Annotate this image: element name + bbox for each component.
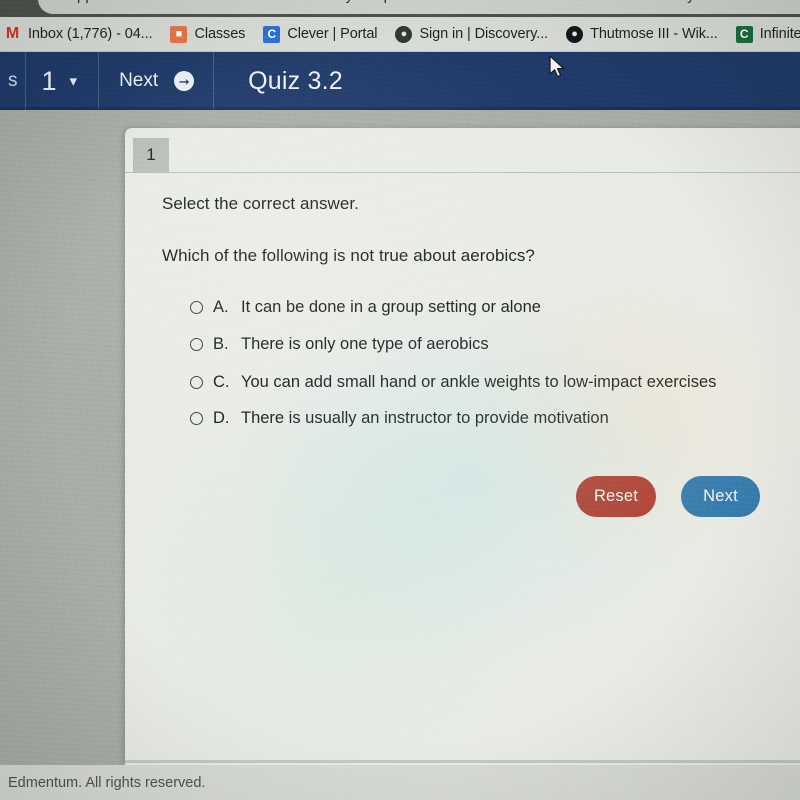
bookmark-classes[interactable]: ■ Classes [170,25,246,43]
bookmark-clever-portal[interactable]: C Clever | Portal [263,25,378,43]
question-instruction: Select the correct answer. [162,194,359,213]
page-number-label: 1 [41,65,57,96]
bookmark-label: Infinite [759,26,800,42]
radio-button-icon[interactable] [190,338,203,351]
globe-icon: ● [566,25,584,43]
bookmark-thutmose-wiki[interactable]: ● Thutmose III - Wik... [566,25,718,43]
radio-button-icon[interactable] [190,301,203,314]
option-text: There is usually an instructor to provid… [241,409,609,427]
infinite-campus-icon: C [735,25,753,43]
assessment-toolbar: s 1 ▾ Next ➞ Quiz 3.2 [0,52,800,110]
toolbar-clipped-label: s [8,70,18,91]
next-question-button[interactable]: Next ➞ [99,52,214,110]
card-footer-divider [125,760,800,763]
option-letter: C. [213,373,230,391]
screen-photo: //app.edmentum.com/assessments-delivery/… [0,0,800,800]
bookmark-label: Inbox (1,776) - 04... [28,26,153,42]
option-text: You can add small hand or ankle weights … [241,373,717,391]
answer-option-a[interactable]: A. It can be done in a group setting or … [190,298,541,317]
answer-option-b[interactable]: B. There is only one type of aerobics [190,335,489,354]
option-text: There is only one type of aerobics [241,335,489,353]
gmail-icon: M [5,25,20,42]
option-letter: B. [213,335,229,353]
radio-button-icon[interactable] [190,412,203,425]
answer-option-d[interactable]: D. There is usually an instructor to pro… [190,409,609,428]
option-text: It can be done in a group setting or alo… [241,298,541,316]
reset-button[interactable]: Reset [576,476,656,517]
page-footer: Edmentum. All rights reserved. [0,765,800,800]
quiz-title: Quiz 3.2 [214,52,363,110]
question-card: 1 Select the correct answer. Which of th… [125,128,800,765]
next-button[interactable]: Next [681,476,760,517]
bookmark-infinite-campus[interactable]: C Infinite [735,25,800,43]
page-number-dropdown[interactable]: 1 ▾ [26,52,100,110]
bookmark-label: Sign in | Discovery... [419,26,549,42]
bookmark-label: Thutmose III - Wik... [590,26,718,42]
arrow-right-circle-icon: ➞ [174,71,195,91]
question-number-badge: 1 [133,138,169,172]
option-letter: D. [213,409,230,427]
radio-button-icon[interactable] [190,376,203,389]
bookmark-label: Classes [194,26,246,42]
copyright-text: Edmentum. All rights reserved. [8,774,206,791]
question-number-label: 1 [146,145,156,164]
next-button-label: Next [119,70,159,91]
url-text[interactable]: //app.edmentum.com/assessments-delivery/… [60,0,716,4]
classes-icon: ■ [170,25,188,43]
bookmarks-bar[interactable]: M Inbox (1,776) - 04... ■ Classes C Clev… [0,17,800,52]
option-letter: A. [213,298,229,316]
bookmark-inbox[interactable]: M Inbox (1,776) - 04... [4,25,153,43]
chevron-down-icon: ▾ [69,73,78,90]
globe-icon: ● [395,25,413,43]
card-divider [125,172,800,173]
bookmark-discovery-signin[interactable]: ● Sign in | Discovery... [395,25,549,43]
quiz-title-label: Quiz 3.2 [248,66,343,95]
bookmark-label: Clever | Portal [287,26,378,42]
answer-option-c[interactable]: C. You can add small hand or ankle weigh… [190,373,716,392]
clever-icon: C [263,25,281,43]
browser-url-bar[interactable]: //app.edmentum.com/assessments-delivery/… [0,0,800,17]
toolbar-clipped-left-item[interactable]: s [0,52,26,110]
question-stem: Which of the following is not true about… [162,246,535,265]
